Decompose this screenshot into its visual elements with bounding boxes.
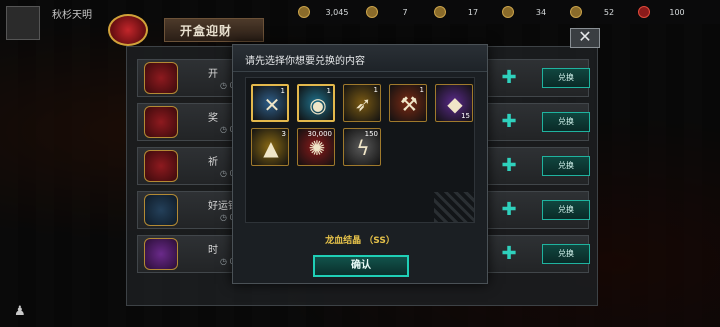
stamina-token-icon [570,6,582,18]
reward-item[interactable]: ◆ 15 [435,84,473,122]
blue-orb-icon: ◉ [309,93,327,117]
resource-stamina[interactable]: 52 [564,0,632,24]
plus-icon[interactable]: ✚ [500,245,518,263]
item-quantity: 3 [281,130,286,138]
exchange-button[interactable]: 兑换 [542,112,590,132]
modal-header: 请先选择你想要兑换的内容 [233,45,487,72]
gold-shard-icon: ▲ [263,136,279,160]
crystal-token-icon [638,6,650,18]
row-label: 时 [208,245,218,256]
modal-title: 请先选择你想要兑换的内容 [245,56,365,67]
war-hammer-icon: ⚒ [400,92,418,116]
exchange-select-modal: 请先选择你想要兑换的内容 ✕ 1 ◉ 1 ➶ 1 ⚒ 1 ◆ 15 ▲ 3 ✺ 30,000 ϟ 150 龙血… [232,44,488,284]
exchange-button[interactable]: 兑换 [542,200,590,220]
resource-energy[interactable]: 34 [496,0,564,24]
reward-thumbnail [144,150,178,182]
reward-item[interactable]: ✺ 30,000 [297,128,335,166]
row-label: 奖 [208,113,218,124]
item-quantity: 1 [280,87,285,95]
item-quantity: 30,000 [307,130,333,138]
resource-gold[interactable]: 7 [360,0,428,24]
reward-thumbnail [144,238,178,270]
resource-crystal[interactable]: 100 [632,0,700,24]
item-quantity: 1 [326,87,331,95]
reward-item[interactable]: ϟ 150 [343,128,381,166]
row-label: 祈 [208,157,218,168]
player-name: 秋杉天明 [52,10,92,21]
page-title: 开盒迎财 [180,24,233,38]
row-label: 开 [208,69,218,80]
crossed-blades-icon: ✕ [263,93,281,117]
resource-silver[interactable]: 3,045 [292,0,360,24]
title-banner: 开盒迎财 [94,12,264,48]
gold-token-icon [366,6,378,18]
reward-thumbnail [144,194,178,226]
red-rune-icon: ✺ [308,136,326,160]
item-quantity: 1 [419,86,424,94]
plus-icon[interactable]: ✚ [500,201,518,219]
reward-item[interactable]: ➶ 1 [343,84,381,122]
lightning-coin-icon: ϟ [356,136,370,160]
item-quantity: 150 [364,130,378,138]
confirm-button[interactable]: 确认 [313,255,409,277]
plus-icon[interactable]: ✚ [500,157,518,175]
resource-bar: 3,045 7 17 34 52 100 [292,0,720,24]
exchange-button[interactable]: 兑换 [542,156,590,176]
avatar[interactable] [6,6,40,40]
reward-thumbnail [144,62,178,94]
reward-item[interactable]: ⚒ 1 [389,84,427,122]
item-quantity: 15 [461,112,470,120]
exchange-button[interactable]: 兑换 [542,244,590,264]
energy-token-icon [502,6,514,18]
plus-icon[interactable]: ✚ [500,69,518,87]
close-icon: ✕ [578,27,592,46]
plus-icon[interactable]: ✚ [500,113,518,131]
resource-gem[interactable]: 17 [428,0,496,24]
reward-item[interactable]: ◉ 1 [297,84,335,122]
selected-item-name: 龙血结晶 （SS） [325,236,395,246]
lucky-box-icon [108,14,148,46]
silver-coin-icon [298,6,310,18]
friends-icon[interactable]: ♟ [14,304,30,320]
item-quantity: 1 [373,86,378,94]
decorative-stripes [434,192,474,222]
reward-item[interactable]: ▲ 3 [251,128,289,166]
exchange-button[interactable]: 兑换 [542,68,590,88]
item-grid: ✕ 1 ◉ 1 ➶ 1 ⚒ 1 ◆ 15 ▲ 3 ✺ 30,000 ϟ 150 [245,77,475,223]
reward-item[interactable]: ✕ 1 [251,84,289,122]
gold-blade-icon: ➶ [354,92,372,116]
reward-thumbnail [144,106,178,138]
gem-token-icon [434,6,446,18]
close-button[interactable]: ✕ [570,28,600,48]
bottom-bar: ♟ [0,300,720,327]
